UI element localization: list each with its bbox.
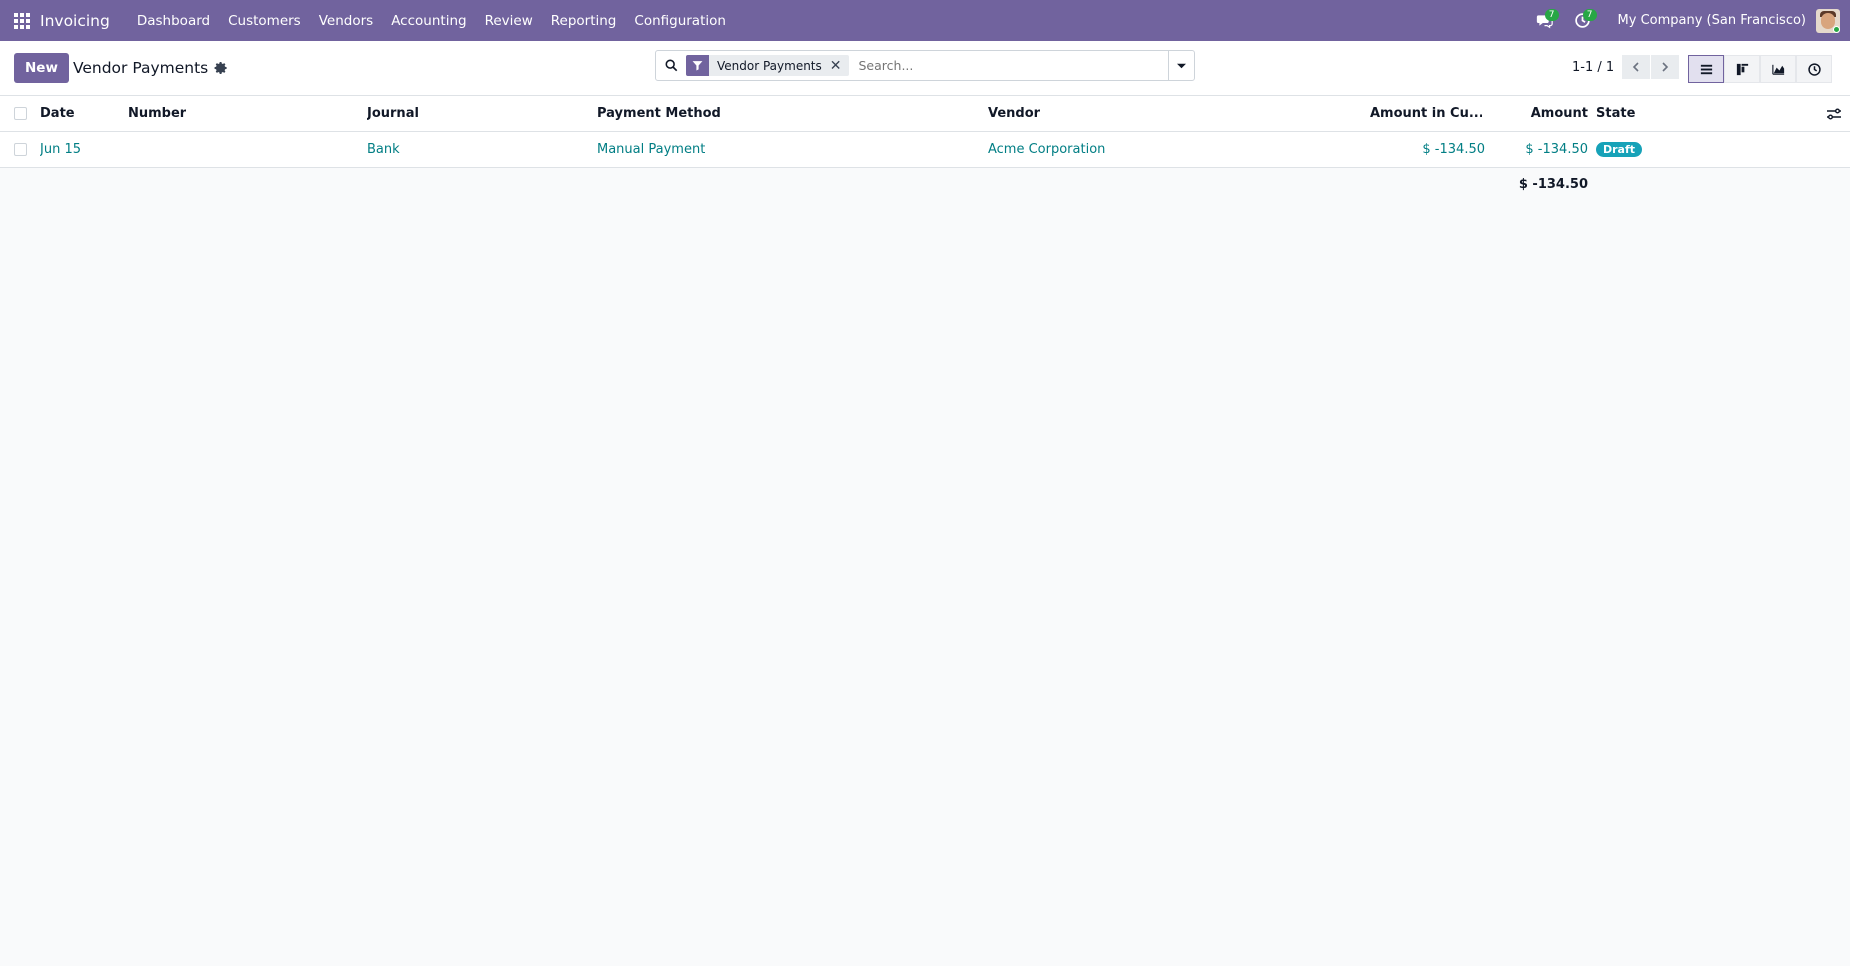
clock-icon bbox=[1807, 62, 1821, 76]
table-row[interactable]: Jun 15 Bank Manual Payment Acme Corporat… bbox=[0, 132, 1850, 168]
column-header-journal[interactable]: Journal bbox=[367, 106, 419, 121]
menu-item-customers[interactable]: Customers bbox=[219, 13, 310, 29]
row-journal[interactable]: Bank bbox=[367, 142, 400, 157]
new-button[interactable]: New bbox=[14, 53, 69, 83]
list-view-button[interactable] bbox=[1688, 55, 1724, 83]
search-facet: Vendor Payments ✕ bbox=[686, 55, 849, 76]
search-input[interactable] bbox=[854, 52, 1168, 79]
pager-value[interactable]: 1-1 / 1 bbox=[1572, 60, 1614, 75]
optional-columns-icon[interactable] bbox=[1826, 106, 1842, 122]
systray: 7 7 My Company (San Francisco) bbox=[1530, 0, 1850, 41]
caret-down-icon bbox=[1177, 63, 1186, 69]
column-header-vendor[interactable]: Vendor bbox=[988, 106, 1040, 121]
top-navbar: Invoicing Dashboard Customers Vendors Ac… bbox=[0, 0, 1850, 41]
table-header: Date Number Journal Payment Method Vendo… bbox=[0, 96, 1850, 132]
facet-label: Vendor Payments bbox=[717, 58, 822, 73]
graph-view-button[interactable] bbox=[1760, 55, 1796, 83]
activities-button[interactable]: 7 bbox=[1568, 0, 1598, 41]
view-switcher bbox=[1688, 55, 1832, 83]
company-switcher[interactable]: My Company (San Francisco) bbox=[1618, 13, 1806, 28]
row-date[interactable]: Jun 15 bbox=[40, 142, 81, 157]
row-amount[interactable]: $ -134.50 bbox=[1500, 142, 1588, 157]
menu-item-vendors[interactable]: Vendors bbox=[310, 13, 382, 29]
online-status-icon bbox=[1833, 25, 1840, 33]
total-amount: $ -134.50 bbox=[1518, 177, 1588, 192]
filter-icon bbox=[686, 55, 709, 76]
messages-count-badge: 7 bbox=[1544, 9, 1559, 21]
column-header-amount[interactable]: Amount bbox=[1500, 106, 1588, 121]
activity-view-button[interactable] bbox=[1796, 55, 1832, 83]
area-chart-icon bbox=[1771, 64, 1784, 75]
activities-count-badge: 7 bbox=[1582, 9, 1597, 21]
chevron-right-icon bbox=[1662, 62, 1669, 72]
search-options-toggle[interactable] bbox=[1168, 51, 1194, 80]
list-icon bbox=[1700, 64, 1712, 74]
column-header-date[interactable]: Date bbox=[40, 106, 75, 121]
messages-button[interactable]: 7 bbox=[1530, 0, 1560, 41]
menu-item-accounting[interactable]: Accounting bbox=[382, 13, 475, 29]
control-panel: New Vendor Payments Vendor Payments ✕ 1-… bbox=[0, 41, 1850, 96]
menu-item-review[interactable]: Review bbox=[476, 13, 542, 29]
menu-item-reporting[interactable]: Reporting bbox=[542, 13, 626, 29]
pager: 1-1 / 1 bbox=[1572, 55, 1680, 79]
page-title: Vendor Payments bbox=[72, 59, 209, 77]
menu-item-configuration[interactable]: Configuration bbox=[625, 13, 735, 29]
status-badge: Draft bbox=[1596, 142, 1643, 157]
search-bar: Vendor Payments ✕ bbox=[655, 50, 1195, 81]
pager-next-button[interactable] bbox=[1651, 55, 1680, 79]
column-header-payment-method[interactable]: Payment Method bbox=[597, 106, 721, 121]
row-amount-currency[interactable]: $ -134.50 bbox=[1370, 142, 1485, 157]
select-all-checkbox[interactable] bbox=[14, 107, 27, 120]
app-menu-icon[interactable] bbox=[14, 12, 30, 29]
user-avatar[interactable] bbox=[1816, 8, 1840, 33]
kanban-icon bbox=[1736, 63, 1748, 75]
kanban-view-button[interactable] bbox=[1724, 55, 1760, 83]
table-footer: $ -134.50 bbox=[0, 168, 1850, 202]
column-header-state[interactable]: State bbox=[1596, 106, 1635, 121]
menu-item-dashboard[interactable]: Dashboard bbox=[128, 13, 219, 29]
main-menu: Dashboard Customers Vendors Accounting R… bbox=[128, 13, 735, 29]
gear-icon[interactable] bbox=[214, 61, 228, 75]
payments-table: Date Number Journal Payment Method Vendo… bbox=[0, 96, 1850, 168]
avatar-face bbox=[1821, 12, 1835, 29]
row-state-cell: Draft bbox=[1596, 142, 1643, 157]
app-name[interactable]: Invoicing bbox=[40, 12, 110, 30]
facet-remove-icon[interactable]: ✕ bbox=[830, 58, 849, 74]
row-checkbox[interactable] bbox=[14, 143, 27, 156]
column-header-amount-currency[interactable]: Amount in Cu... bbox=[1370, 106, 1482, 121]
row-vendor[interactable]: Acme Corporation bbox=[988, 142, 1105, 157]
row-payment-method[interactable]: Manual Payment bbox=[597, 142, 705, 157]
pager-previous-button[interactable] bbox=[1622, 55, 1651, 79]
chevron-left-icon bbox=[1633, 62, 1639, 72]
column-header-number[interactable]: Number bbox=[128, 106, 186, 121]
search-icon[interactable] bbox=[656, 51, 686, 80]
